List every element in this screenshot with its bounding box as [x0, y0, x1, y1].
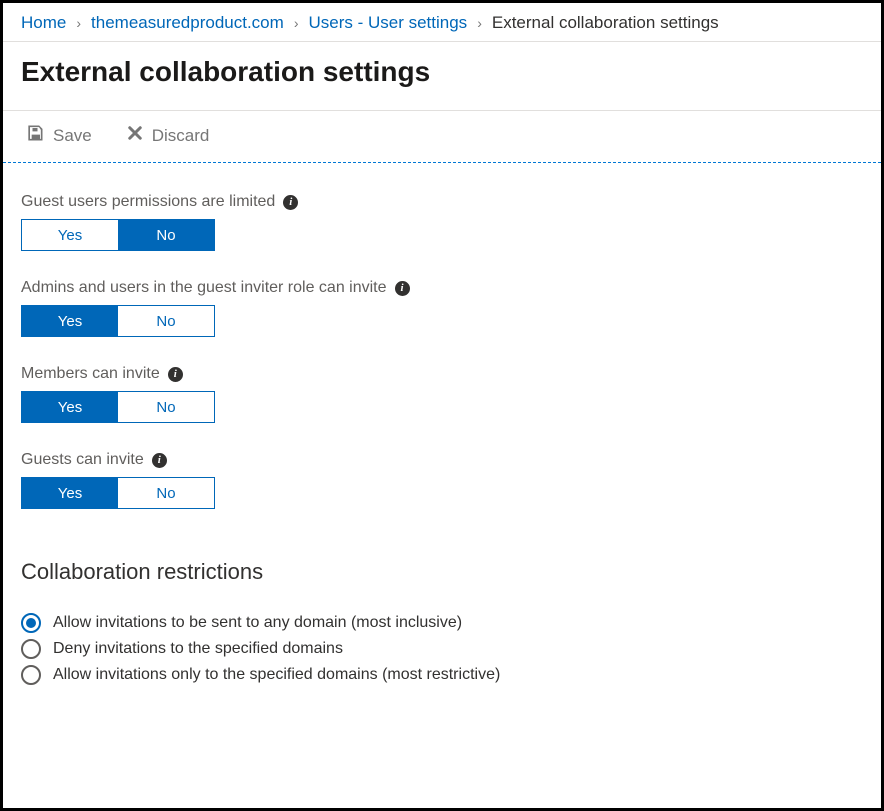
discard-label: Discard — [152, 126, 210, 146]
toggle-guest-permissions[interactable]: Yes No — [21, 219, 215, 251]
radio-label: Deny invitations to the specified domain… — [53, 640, 343, 658]
toggle-admins-invite[interactable]: Yes No — [21, 305, 215, 337]
info-icon[interactable]: i — [283, 195, 298, 210]
radio-label: Allow invitations only to the specified … — [53, 666, 500, 684]
radio-icon — [21, 665, 41, 685]
restrictions-title: Collaboration restrictions — [21, 559, 863, 585]
radio-icon — [21, 639, 41, 659]
toggle-no[interactable]: No — [118, 220, 214, 250]
setting-members-invite: Members can invite i Yes No — [21, 365, 863, 423]
info-icon[interactable]: i — [395, 281, 410, 296]
toggle-yes[interactable]: Yes — [22, 392, 118, 422]
discard-button[interactable]: Discard — [122, 122, 214, 149]
content: Guest users permissions are limited i Ye… — [3, 163, 881, 709]
setting-label: Guest users permissions are limited — [21, 193, 275, 211]
toggle-members-invite[interactable]: Yes No — [21, 391, 215, 423]
chevron-right-icon: › — [477, 15, 482, 31]
save-button[interactable]: Save — [21, 121, 96, 150]
setting-label: Guests can invite — [21, 451, 144, 469]
save-label: Save — [53, 126, 92, 146]
toggle-yes[interactable]: Yes — [22, 220, 118, 250]
breadcrumb-tenant[interactable]: themeasuredproduct.com — [91, 13, 284, 33]
chevron-right-icon: › — [294, 15, 299, 31]
save-icon — [25, 123, 45, 148]
radio-allow-any[interactable]: Allow invitations to be sent to any doma… — [21, 613, 863, 633]
setting-guest-permissions: Guest users permissions are limited i Ye… — [21, 193, 863, 251]
radio-icon — [21, 613, 41, 633]
setting-label: Admins and users in the guest inviter ro… — [21, 279, 387, 297]
breadcrumb-users[interactable]: Users - User settings — [308, 13, 467, 33]
toggle-guests-invite[interactable]: Yes No — [21, 477, 215, 509]
toggle-no[interactable]: No — [118, 392, 214, 422]
radio-allow-specified[interactable]: Allow invitations only to the specified … — [21, 665, 863, 685]
setting-label: Members can invite — [21, 365, 160, 383]
radio-deny-specified[interactable]: Deny invitations to the specified domain… — [21, 639, 863, 659]
radio-label: Allow invitations to be sent to any doma… — [53, 614, 462, 632]
setting-admins-invite: Admins and users in the guest inviter ro… — [21, 279, 863, 337]
close-icon — [126, 124, 144, 147]
toggle-no[interactable]: No — [118, 478, 214, 508]
toggle-yes[interactable]: Yes — [22, 306, 118, 336]
info-icon[interactable]: i — [168, 367, 183, 382]
breadcrumb-current: External collaboration settings — [492, 13, 719, 33]
toggle-no[interactable]: No — [118, 306, 214, 336]
page-title: External collaboration settings — [3, 42, 881, 110]
toggle-yes[interactable]: Yes — [22, 478, 118, 508]
setting-guests-invite: Guests can invite i Yes No — [21, 451, 863, 509]
breadcrumb-home[interactable]: Home — [21, 13, 66, 33]
info-icon[interactable]: i — [152, 453, 167, 468]
breadcrumb: Home › themeasuredproduct.com › Users - … — [3, 3, 881, 42]
chevron-right-icon: › — [76, 15, 81, 31]
toolbar: Save Discard — [3, 110, 881, 163]
